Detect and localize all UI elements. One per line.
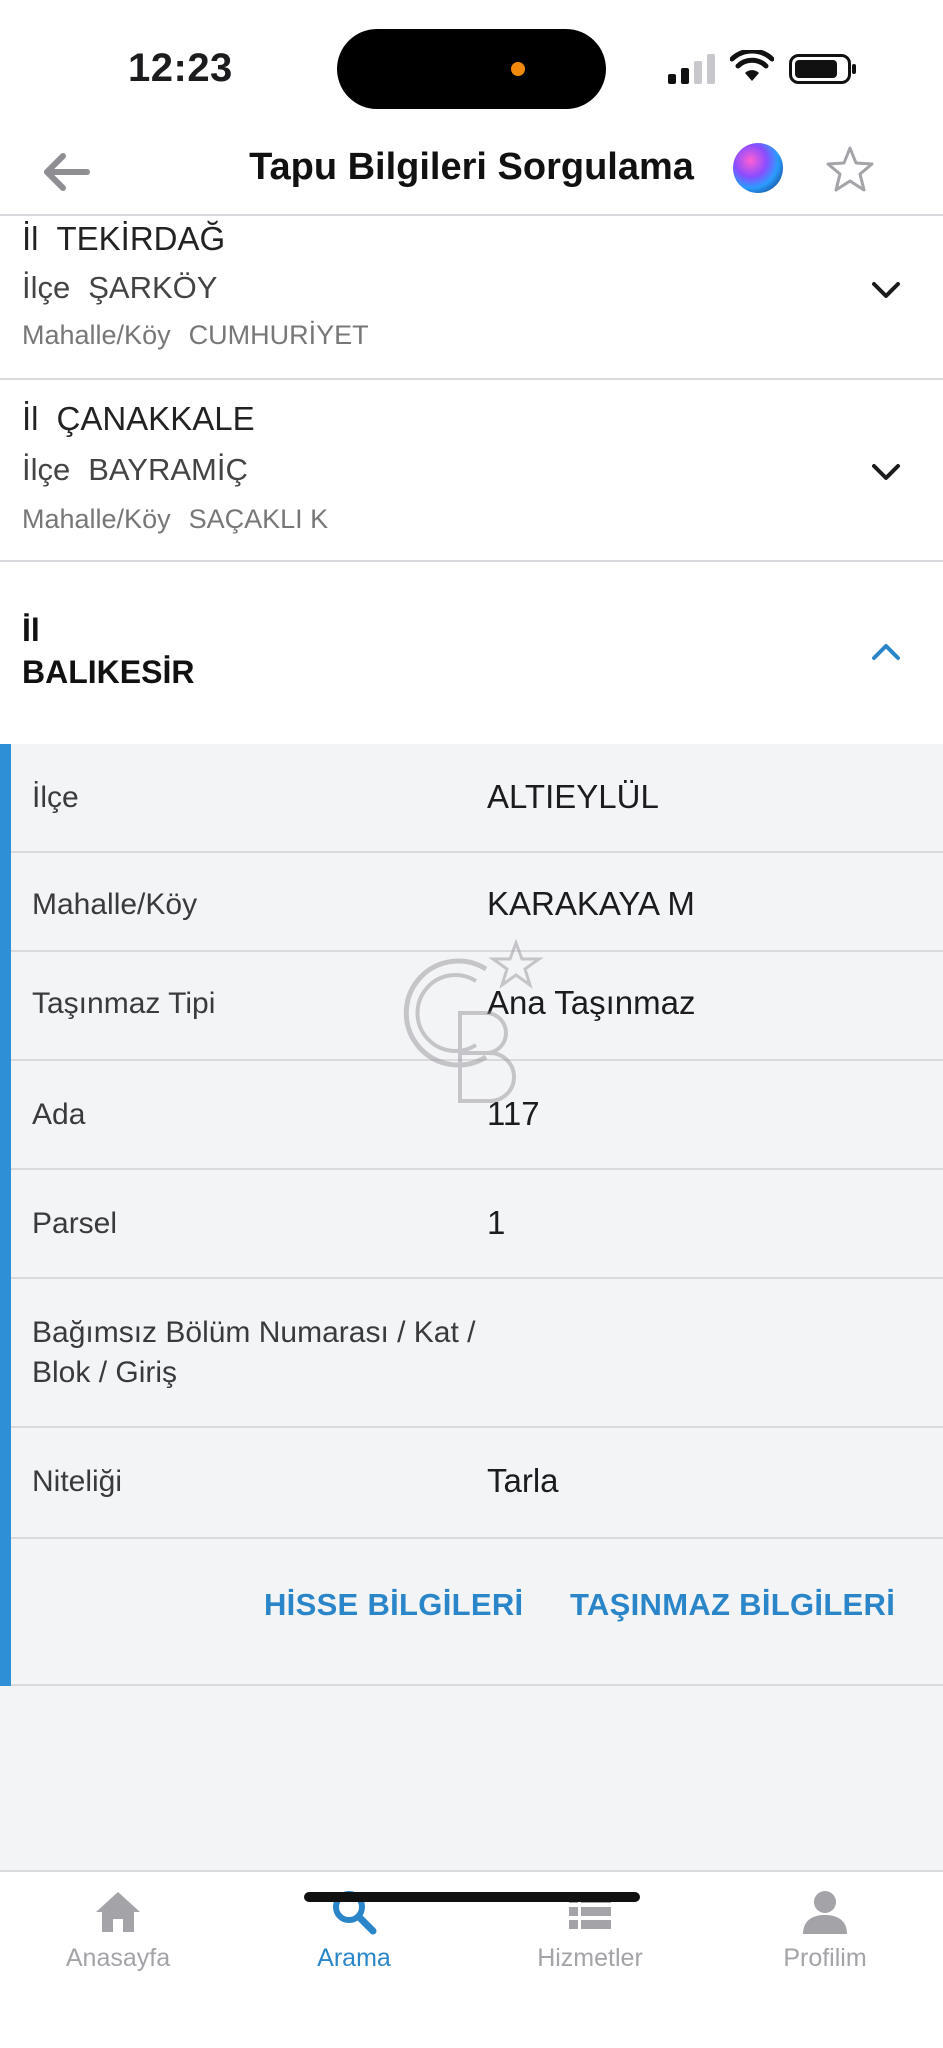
detail-value: ALTIEYLÜL: [487, 778, 659, 815]
ilce-value: ŞARKÖY: [88, 270, 218, 305]
detail-actions: HİSSE BİLGİLERİ TAŞINMAZ BİLGİLERİ: [11, 1539, 943, 1686]
home-indicator[interactable]: [304, 1892, 640, 1902]
tab-label: Hizmetler: [537, 1944, 643, 1972]
record-balikesir-header[interactable]: İl BALIKESİR: [0, 562, 943, 744]
tab-anasayfa[interactable]: Anasayfa: [0, 1872, 236, 1992]
status-bar: 12:23: [0, 0, 943, 130]
status-time: 12:23: [128, 46, 233, 90]
record-canakkale[interactable]: İl ÇANAKKALE İlçe BAYRAMİÇ Mahalle/Köy SAÇA…: [0, 380, 943, 562]
detail-row-bagimsiz-bolum: Bağımsız Bölüm Numarası / Kat / Blok / G…: [11, 1279, 943, 1428]
record-il-line: İl ÇANAKKALE: [22, 400, 255, 438]
dynamic-island: [337, 29, 606, 109]
detail-row-parsel: Parsel 1: [11, 1170, 943, 1279]
chevron-up-icon[interactable]: [871, 642, 901, 662]
detail-label: Bağımsız Bölüm Numarası / Kat / Blok / G…: [32, 1316, 476, 1389]
detail-label: Parsel: [32, 1207, 118, 1240]
detail-row-ilce: İlçe ALTIEYLÜL: [11, 744, 943, 853]
cellular-signal-icon: [668, 54, 715, 84]
ilce-value: BAYRAMİÇ: [88, 452, 248, 487]
tab-arama[interactable]: Arama: [236, 1872, 472, 1992]
record-detail-panel: İlçe ALTIEYLÜL Mahalle/Köy KARAKAYA M Ta…: [0, 744, 943, 1686]
battery-icon: [789, 54, 856, 84]
detail-row-niteligi: Niteliği Tarla: [11, 1428, 943, 1539]
tasinmaz-bilgileri-button[interactable]: TAŞINMAZ BİLGİLERİ: [570, 1587, 895, 1623]
record-tekirdag[interactable]: İl TEKİRDAĞ İlçe ŞARKÖY Mahalle/Köy CUMHURİ…: [0, 216, 943, 380]
il-label: İl: [22, 400, 39, 437]
favorite-star-icon[interactable]: [824, 144, 876, 196]
record-mahalle-line: Mahalle/Köy SAÇAKLI K: [22, 504, 328, 535]
record-il-line: İl TEKİRDAĞ: [22, 220, 225, 258]
detail-value: Tarla: [487, 1462, 559, 1499]
tab-profilim[interactable]: Profilim: [707, 1872, 943, 1992]
profile-icon: [803, 1891, 847, 1934]
record-ilce-line: İlçe BAYRAMİÇ: [22, 452, 248, 488]
page-title: Tapu Bilgileri Sorgulama: [249, 146, 694, 188]
hisse-bilgileri-button[interactable]: HİSSE BİLGİLERİ: [264, 1587, 523, 1623]
home-icon: [96, 1892, 140, 1932]
tab-label: Arama: [317, 1944, 391, 1972]
il-value: TEKİRDAĞ: [56, 220, 226, 257]
wifi-icon: [730, 50, 774, 81]
mahalle-label: Mahalle/Köy: [22, 504, 171, 534]
detail-accent-bar: [0, 744, 11, 1686]
tab-hizmetler[interactable]: Hizmetler: [472, 1872, 708, 1992]
mahalle-value: SAÇAKLI K: [188, 504, 329, 534]
mahalle-label: Mahalle/Köy: [22, 320, 171, 350]
ilce-label: İlçe: [22, 270, 71, 305]
mahalle-value: CUMHURİYET: [188, 320, 369, 350]
detail-label: Niteliği: [32, 1465, 123, 1498]
navigation-header: Tapu Bilgileri Sorgulama: [0, 130, 943, 216]
privacy-indicator-dot: [511, 62, 525, 76]
chevron-down-icon[interactable]: [871, 280, 901, 300]
record-ilce-line: İlçe ŞARKÖY: [22, 270, 217, 306]
il-label: İl: [22, 612, 40, 648]
siri-icon[interactable]: [733, 143, 783, 193]
record-mahalle-line: Mahalle/Köy CUMHURİYET: [22, 320, 369, 351]
tab-label: Profilim: [783, 1944, 867, 1972]
il-value: BALIKESİR: [22, 654, 195, 690]
detail-label: Mahalle/Köy: [32, 888, 198, 921]
watermark-logo-icon: [403, 938, 544, 1103]
detail-label: İlçe: [32, 781, 79, 814]
detail-label: Ada: [32, 1098, 86, 1131]
chevron-down-icon[interactable]: [871, 462, 901, 482]
il-label: İl: [22, 220, 39, 257]
detail-value: 1: [487, 1204, 506, 1241]
ilce-label: İlçe: [22, 452, 71, 487]
il-value: ÇANAKKALE: [56, 400, 255, 437]
tab-label: Anasayfa: [65, 1944, 171, 1972]
detail-label: Taşınmaz Tipi: [32, 987, 216, 1020]
detail-value: KARAKAYA M: [487, 885, 695, 922]
empty-area: [0, 1686, 943, 1870]
